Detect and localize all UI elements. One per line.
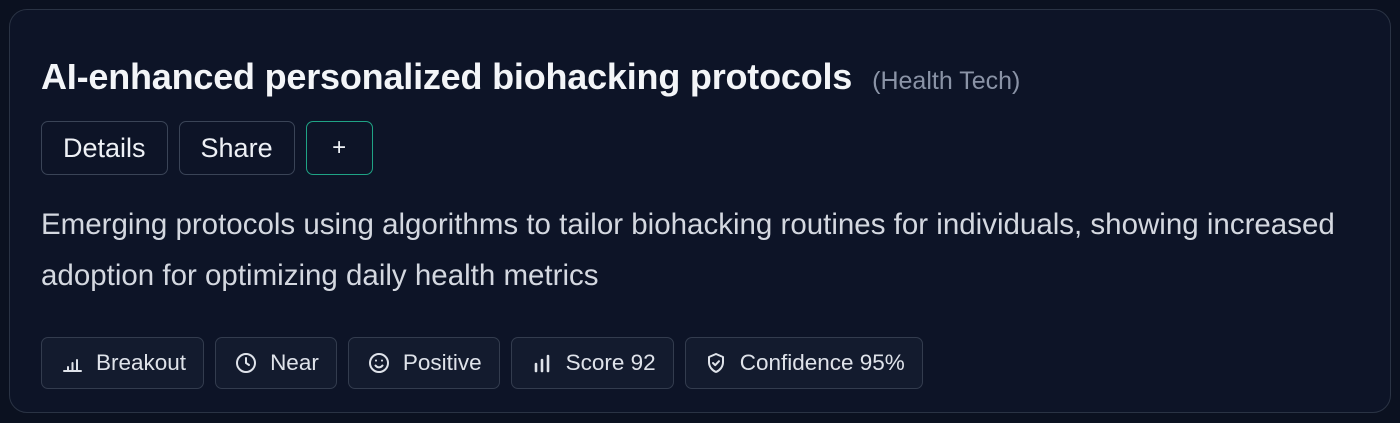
tag-score: Score 92 (510, 337, 674, 389)
smile-icon (368, 353, 389, 373)
trend-title: AI-enhanced personalized biohacking prot… (41, 56, 853, 97)
shield-check-icon (707, 353, 724, 373)
bar-chart-icon (534, 354, 549, 373)
trend-card: AI-enhanced personalized biohacking prot… (9, 9, 1391, 413)
tag-phase: Breakout (41, 337, 205, 389)
tag-timeframe: Near (215, 337, 337, 389)
title-row: AI-enhanced personalized biohacking prot… (41, 56, 1020, 98)
action-bar: Details Share + (41, 121, 373, 175)
tag-label: Score 92 (565, 350, 656, 375)
tag-confidence: Confidence 95% (684, 337, 923, 389)
share-button[interactable]: Share (178, 121, 295, 175)
tag-label: Near (270, 350, 319, 375)
bar-chart-icon (63, 359, 82, 372)
tag-sentiment: Positive (347, 337, 500, 389)
tag-label: Positive (402, 350, 482, 375)
trend-category: (Health Tech) (872, 67, 1021, 95)
tag-label: Confidence 95% (739, 350, 905, 375)
tag-label: Breakout (96, 350, 187, 375)
tag-list: Breakout Near Positive Score 92 Confiden… (41, 337, 923, 389)
clock-icon (236, 353, 257, 373)
details-button[interactable]: Details (41, 121, 168, 175)
trend-description: Emerging protocols using algorithms to t… (41, 208, 1335, 292)
add-button[interactable]: + (305, 121, 373, 175)
